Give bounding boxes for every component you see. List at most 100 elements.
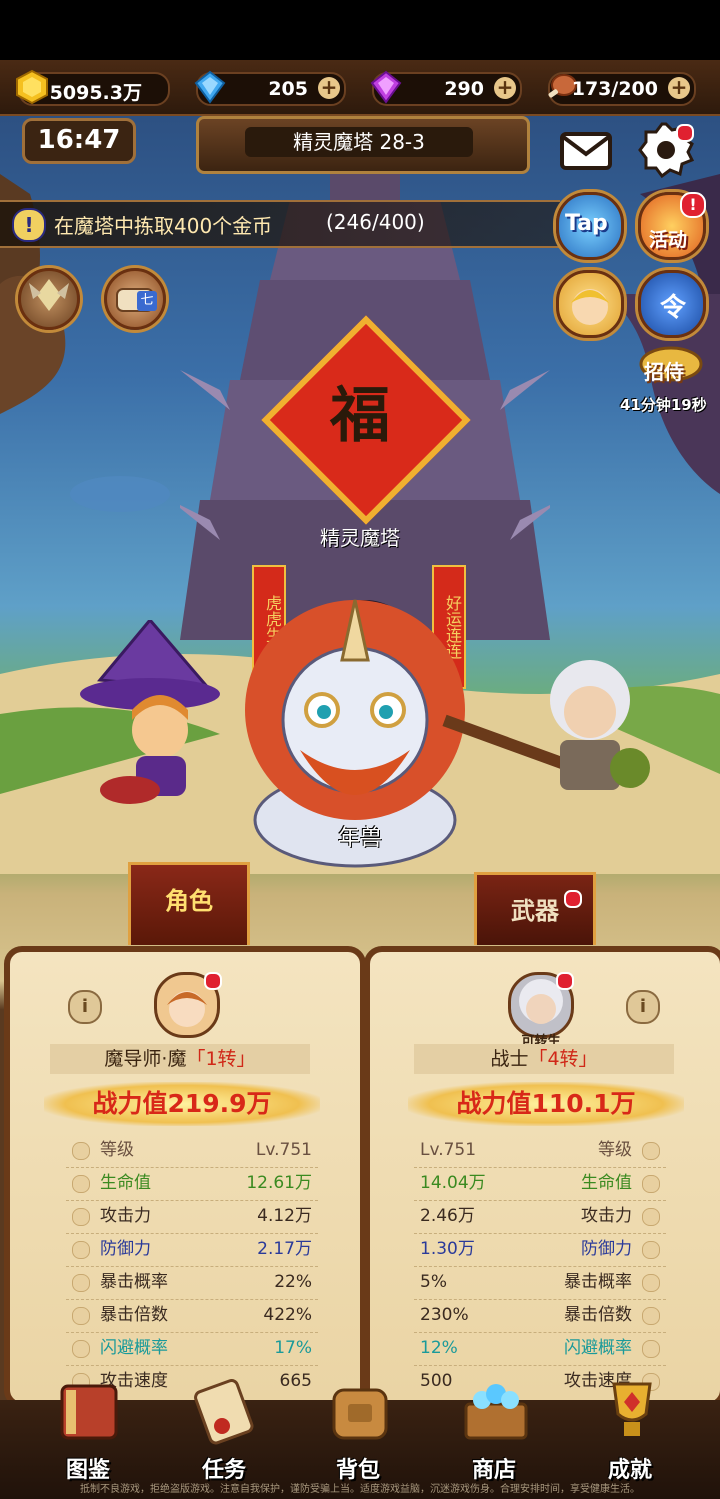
settings-notification-dot	[676, 124, 694, 142]
claw-icon	[72, 1274, 90, 1292]
wind-icon	[72, 1340, 90, 1358]
recruit-button[interactable]: 招侍	[636, 342, 706, 392]
stat-value: 5%	[420, 1272, 447, 1292]
stat-value: 12.61万	[246, 1173, 312, 1193]
backpack-icon	[332, 1388, 388, 1440]
stamina-value: 173/200	[571, 78, 658, 100]
warrior-info-button[interactable]: i	[626, 990, 660, 1024]
tap-button[interactable]: Tap	[556, 192, 624, 260]
mage-notification-dot	[204, 972, 222, 990]
horned-helmet-icon	[29, 279, 69, 311]
mage-stat-level: 等级 Lv.751	[66, 1134, 318, 1168]
stat-label: 生命值	[581, 1173, 632, 1193]
warrior-power: 战力值110.1万	[408, 1082, 684, 1126]
mage-stat-dodge: 闪避概率 17%	[66, 1332, 318, 1366]
stat-value: 422%	[263, 1305, 312, 1325]
quest-alert-icon: !	[12, 208, 46, 242]
burst-icon	[642, 1307, 660, 1325]
blue-gem-icon	[194, 70, 226, 104]
stat-value: 17%	[274, 1338, 312, 1358]
purple-gem-icon	[370, 70, 402, 104]
stat-label: 暴击倍数	[564, 1305, 632, 1325]
mage-rebirth-level: 「1转」	[186, 1048, 256, 1070]
burst-icon	[72, 1307, 90, 1325]
add-purple-gem-button[interactable]: +	[494, 77, 516, 99]
hero-portrait-button[interactable]	[556, 270, 624, 338]
stat-label: 攻击力	[581, 1206, 632, 1226]
tab-character[interactable]: 角色	[128, 862, 250, 945]
stat-value: 230%	[420, 1305, 469, 1325]
tower-name-label: 精灵魔塔	[320, 526, 400, 550]
quest-text: 在魔塔中拣取400个金币	[54, 214, 273, 238]
stat-label: 等级	[100, 1140, 134, 1160]
warrior-stat-dodge: 闪避概率 12%	[414, 1332, 666, 1366]
hero-face-icon	[571, 289, 609, 325]
event-label: 活动	[649, 229, 688, 251]
blue-gem-counter[interactable]: 205 +	[194, 70, 346, 106]
stat-label: 暴击概率	[100, 1272, 168, 1292]
quest-progress: (246/400)	[326, 210, 425, 234]
mage-stat-defense: 防御力 2.17万	[66, 1233, 318, 1267]
mage-info-button[interactable]: i	[68, 990, 102, 1024]
stat-value: 4.12万	[257, 1206, 312, 1226]
warrior-name-plate: 战士「4转」	[414, 1044, 674, 1074]
heart-icon	[72, 1175, 90, 1193]
fu-banner-text: 福	[330, 381, 390, 451]
level-star-icon	[642, 1142, 660, 1160]
add-blue-gem-button[interactable]: +	[318, 77, 340, 99]
command-token-button[interactable]: 令	[638, 270, 706, 338]
character-stats-book: i 魔导师·魔「1转」 战力值219.9万 等级 Lv.751 生命值 12.61万…	[4, 938, 720, 1408]
warrior-character[interactable]	[440, 640, 660, 810]
wind-icon	[642, 1340, 660, 1358]
shield-icon	[72, 1241, 90, 1259]
game-scene: 5095.3万 205 + 290 + 173/200 + 福 精灵魔塔 虎虎生…	[0, 60, 720, 1499]
recruit-timer: 41分钟19秒	[620, 396, 707, 414]
sword-icon	[642, 1208, 660, 1226]
quest-tracker[interactable]: ! 在魔塔中拣取400个金币 (246/400)	[0, 200, 560, 248]
shield-icon	[642, 1241, 660, 1259]
gold-counter[interactable]: 5095.3万	[16, 69, 170, 106]
right-page-warrior: i 可转生 战士「4转」 战力值110.1万 等级 Lv.751 生命值 14.04…	[364, 946, 720, 1408]
tab-weapon[interactable]: 武器	[474, 872, 596, 945]
warrior-stat-defense: 防御力 1.30万	[414, 1233, 666, 1267]
stat-label: 闪避概率	[564, 1338, 632, 1358]
stat-value: 1.30万	[420, 1239, 475, 1259]
stat-value: 12%	[420, 1338, 458, 1358]
command-token-label: 令	[660, 293, 687, 323]
health-notice: 抵制不良游戏，拒绝盗版游戏。注意自我保护，谨防受骗上当。适度游戏益脑，沉迷游戏伤…	[80, 1484, 640, 1495]
level-star-icon	[72, 1142, 90, 1160]
warrior-rebirth-level: 「4转」	[528, 1048, 598, 1070]
mage-name-plate: 魔导师·魔「1转」	[50, 1044, 310, 1074]
trophy-icon	[612, 1382, 652, 1436]
stat-label: 防御力	[581, 1239, 632, 1259]
mage-stat-attack: 攻击力 4.12万	[66, 1200, 318, 1234]
stage-selector[interactable]: 精灵魔塔 28-3	[196, 116, 530, 174]
warrior-stat-hp: 生命值 14.04万	[414, 1167, 666, 1201]
mail-icon[interactable]	[556, 120, 616, 180]
mage-character[interactable]	[60, 620, 240, 810]
warrior-stat-crit-rate: 暴击概率 5%	[414, 1266, 666, 1300]
warrior-notification-dot	[556, 972, 574, 990]
add-stamina-button[interactable]: +	[668, 77, 690, 99]
stat-label: 暴击概率	[564, 1272, 632, 1292]
purple-gem-counter[interactable]: 290 +	[370, 70, 522, 106]
boss-name-label: 年兽	[337, 826, 382, 851]
gold-coin-icon	[16, 69, 48, 105]
treasure-chest-icon	[464, 1384, 528, 1440]
resource-bar: 5095.3万 205 + 290 + 173/200 +	[0, 60, 720, 116]
boss-summon-button[interactable]	[18, 268, 80, 330]
stage-label[interactable]: 精灵魔塔 28-3	[245, 127, 473, 157]
mage-power: 战力值219.9万	[44, 1082, 320, 1126]
blue-gem-value: 205	[268, 78, 308, 100]
scroll-reward-button[interactable]: 七	[104, 268, 166, 330]
stamina-counter[interactable]: 173/200 +	[548, 72, 696, 106]
warrior-class-name: 战士	[490, 1048, 529, 1070]
stat-value: 14.04万	[420, 1173, 486, 1193]
weapon-tab-notification-dot	[564, 890, 582, 908]
book-icon	[60, 1384, 118, 1440]
warrior-stat-attack: 攻击力 2.46万	[414, 1200, 666, 1234]
scroll-icon	[194, 1379, 254, 1445]
mage-stat-crit-rate: 暴击概率 22%	[66, 1266, 318, 1300]
stat-value: 2.46万	[420, 1206, 475, 1226]
stat-label: 等级	[598, 1140, 632, 1160]
